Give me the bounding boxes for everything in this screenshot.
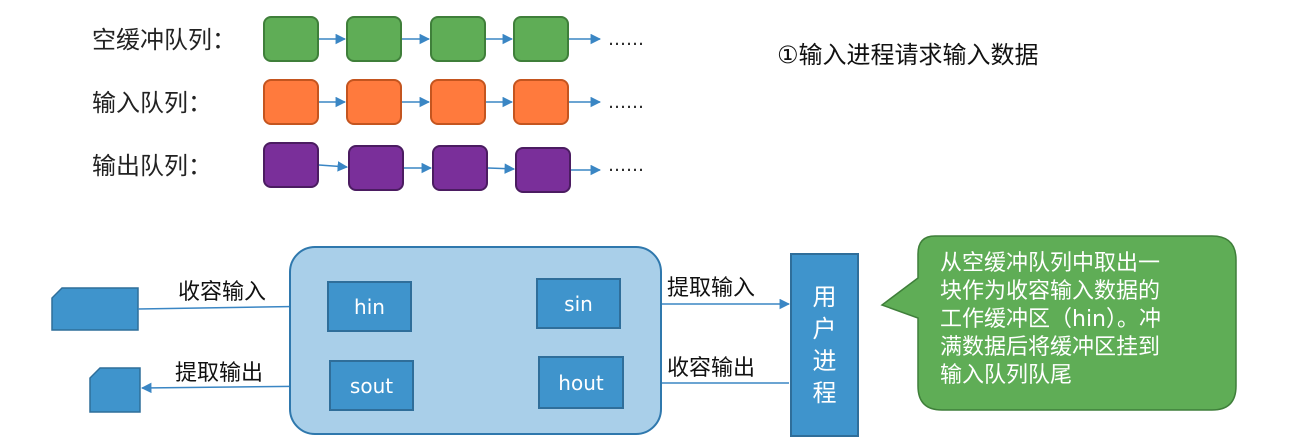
callout-line: 从空缓冲队列中取出一 [940,251,1161,276]
label-extract-output: 提取输出 [175,361,264,386]
buffer-hin: hin [327,281,412,332]
label-extract-input: 提取输入 [667,276,756,301]
callout-text: 从空缓冲队列中取出一 块作为收容输入数据的 工作缓冲区（hin）。冲 满数据后将… [940,250,1230,390]
user-process-box: 用 户 进 程 [790,253,859,437]
queue-arrow [487,163,516,174]
user-process-char: 用 [812,283,837,311]
output-device-icon [89,367,141,413]
user-process-char: 户 [812,315,837,343]
user-process-char: 进 [812,347,837,375]
label-receive-input: 收容输入 [178,280,267,305]
user-process-char: 程 [812,379,837,407]
callout-line: 满数据后将缓冲区挂到 [940,335,1161,360]
buffer-sin: sin [536,278,621,329]
callout-line: 输入队列队尾 [940,363,1073,388]
callout-line: 块作为收容输入数据的 [940,279,1161,304]
queue-arrow [318,161,349,172]
buffer-sout: sout [329,360,414,411]
buffer-hout: hout [538,356,624,409]
input-device-icon [51,287,139,331]
callout-line: 工作缓冲区（hin）。冲 [940,307,1161,332]
label-receive-output: 收容输出 [667,356,756,381]
